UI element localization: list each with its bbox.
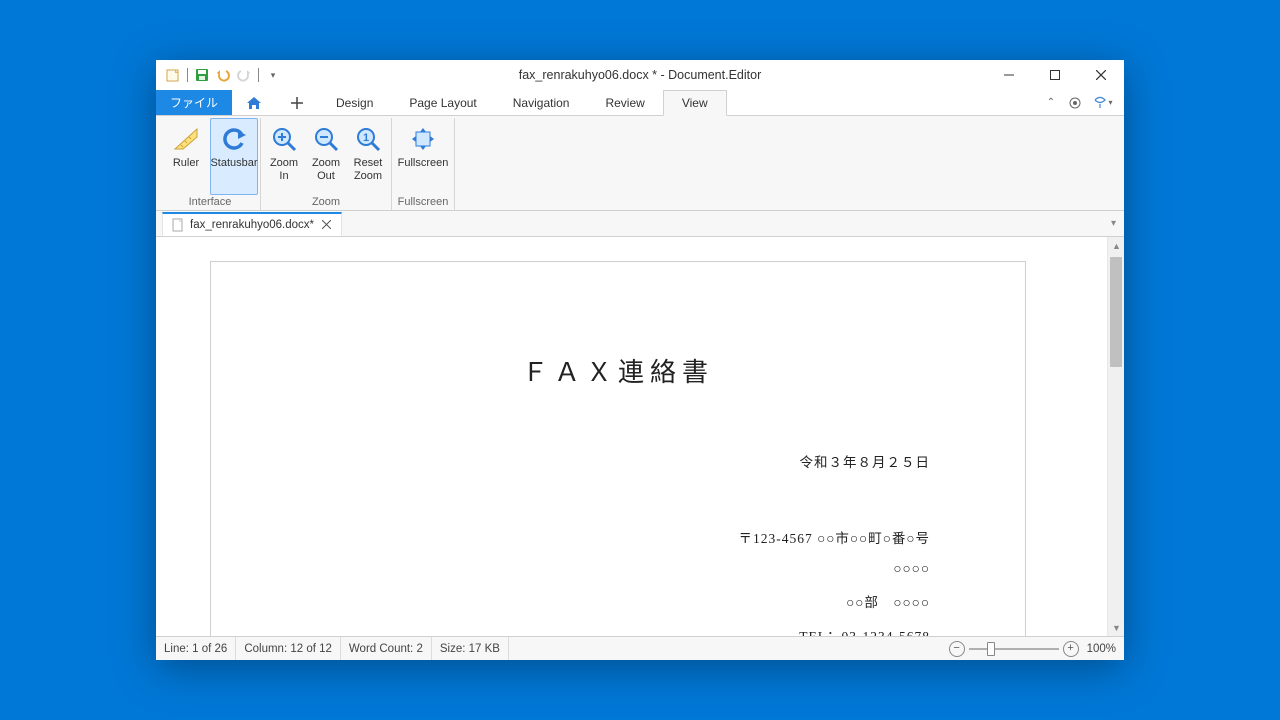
- scroll-down-icon[interactable]: ▼: [1108, 619, 1124, 636]
- reset-zoom-label: Reset Zoom: [354, 157, 383, 182]
- zoom-in-status-button[interactable]: +: [1063, 641, 1079, 657]
- tab-page-layout[interactable]: Page Layout: [391, 90, 494, 115]
- vertical-scrollbar[interactable]: ▲ ▼: [1107, 237, 1124, 636]
- document-tel: TEL：03-1234-5678: [306, 625, 930, 636]
- new-document-icon[interactable]: [164, 66, 182, 84]
- tab-home[interactable]: [232, 90, 276, 115]
- document-viewport[interactable]: ＦＡＸ連絡書 令和３年８月２５日 〒123-4567 ○○市○○町○番○号 ○○…: [156, 237, 1107, 636]
- zoom-level: 100%: [1087, 643, 1116, 655]
- content-area: ＦＡＸ連絡書 令和３年８月２５日 〒123-4567 ○○市○○町○番○号 ○○…: [156, 237, 1124, 636]
- svg-text:1: 1: [363, 132, 369, 144]
- fullscreen-icon: [407, 123, 439, 155]
- scroll-up-icon[interactable]: ▲: [1108, 237, 1124, 254]
- zoom-out-icon: [310, 123, 342, 155]
- group-label-interface: Interface: [162, 195, 258, 210]
- zoom-out-status-button[interactable]: −: [949, 641, 965, 657]
- window-controls: [986, 60, 1124, 90]
- document-date: 令和３年８月２５日: [306, 451, 930, 471]
- ruler-button[interactable]: Ruler: [162, 118, 210, 195]
- reset-zoom-button[interactable]: 1 Reset Zoom: [347, 118, 389, 195]
- zoom-controls: − + 100%: [949, 641, 1124, 657]
- document-icon: [171, 218, 185, 232]
- document-tab[interactable]: fax_renrakuhyo06.docx*: [162, 212, 342, 236]
- status-line: Line: 1 of 26: [156, 637, 236, 660]
- scroll-thumb[interactable]: [1110, 257, 1122, 367]
- document-heading: ＦＡＸ連絡書: [306, 352, 930, 389]
- close-button[interactable]: [1078, 60, 1124, 90]
- minimize-button[interactable]: [986, 60, 1032, 90]
- document-company: ○○○○: [306, 561, 930, 577]
- fullscreen-button[interactable]: Fullscreen: [394, 118, 452, 195]
- redo-icon[interactable]: [235, 66, 253, 84]
- tab-view[interactable]: View: [663, 90, 727, 116]
- zoom-in-icon: [268, 123, 300, 155]
- reset-zoom-icon: 1: [352, 123, 384, 155]
- statusbar-refresh-icon: [218, 123, 250, 155]
- group-label-zoom: Zoom: [263, 195, 389, 210]
- tab-design[interactable]: Design: [318, 90, 391, 115]
- statusbar: Line: 1 of 26 Column: 12 of 12 Word Coun…: [156, 636, 1124, 660]
- help-icon[interactable]: ▾: [1090, 94, 1116, 112]
- tab-navigation[interactable]: Navigation: [495, 90, 588, 115]
- zoom-slider[interactable]: [969, 648, 1059, 650]
- status-word-count: Word Count: 2: [341, 637, 432, 660]
- titlebar: ▾ fax_renrakuhyo06.docx * - Document.Edi…: [156, 60, 1124, 90]
- status-size: Size: 17 KB: [432, 637, 509, 660]
- ribbon-group-fullscreen: Fullscreen Fullscreen: [392, 118, 455, 210]
- ribbon-right-controls: ⌃ ▾: [1042, 90, 1124, 115]
- tab-insert[interactable]: [276, 90, 318, 115]
- tab-list-dropdown-icon[interactable]: ▾: [1111, 218, 1124, 229]
- home-icon: [246, 96, 262, 110]
- zoom-in-button[interactable]: Zoom In: [263, 118, 305, 195]
- ribbon-panel: Ruler Statusbar Interface Zoom In Zoom O…: [156, 116, 1124, 211]
- maximize-button[interactable]: [1032, 60, 1078, 90]
- document-address: 〒123-4567 ○○市○○町○番○号: [306, 527, 930, 547]
- separator: [258, 68, 259, 82]
- group-label-fullscreen: Fullscreen: [394, 195, 452, 210]
- application-window: ▾ fax_renrakuhyo06.docx * - Document.Edi…: [156, 60, 1124, 660]
- fullscreen-label: Fullscreen: [398, 157, 449, 170]
- ribbon-tab-strip: ファイル Design Page Layout Navigation Revie…: [156, 90, 1124, 116]
- save-icon[interactable]: [193, 66, 211, 84]
- slider-thumb[interactable]: [987, 642, 995, 656]
- collapse-ribbon-icon[interactable]: ⌃: [1042, 94, 1060, 112]
- statusbar-label: Statusbar: [210, 157, 257, 170]
- slider-track: [969, 648, 1059, 650]
- close-icon: [322, 220, 331, 229]
- tab-file[interactable]: ファイル: [156, 90, 232, 115]
- zoom-out-label: Zoom Out: [312, 157, 340, 182]
- document-tab-strip: fax_renrakuhyo06.docx* ▾: [156, 211, 1124, 237]
- tab-review[interactable]: Review: [587, 90, 662, 115]
- ribbon-group-interface: Ruler Statusbar Interface: [160, 118, 261, 210]
- zoom-in-label: Zoom In: [270, 157, 298, 182]
- document-department: ○○部 ○○○○: [306, 591, 930, 611]
- separator: [187, 68, 188, 82]
- close-tab-button[interactable]: [319, 218, 333, 232]
- window-title: fax_renrakuhyo06.docx * - Document.Edito…: [156, 68, 1124, 82]
- undo-icon[interactable]: [214, 66, 232, 84]
- quick-access-toolbar: ▾: [156, 66, 282, 84]
- qat-dropdown-icon[interactable]: ▾: [264, 66, 282, 84]
- status-column: Column: 12 of 12: [236, 637, 341, 660]
- ruler-label: Ruler: [173, 157, 199, 170]
- ruler-icon: [170, 123, 202, 155]
- ribbon-group-zoom: Zoom In Zoom Out 1 Reset Zoom Zoom: [261, 118, 392, 210]
- plus-icon: [290, 96, 304, 110]
- statusbar-button[interactable]: Statusbar: [210, 118, 258, 195]
- zoom-out-button[interactable]: Zoom Out: [305, 118, 347, 195]
- document-tab-label: fax_renrakuhyo06.docx*: [190, 219, 314, 231]
- document-page: ＦＡＸ連絡書 令和３年８月２５日 〒123-4567 ○○市○○町○番○号 ○○…: [210, 261, 1026, 636]
- settings-icon[interactable]: [1066, 94, 1084, 112]
